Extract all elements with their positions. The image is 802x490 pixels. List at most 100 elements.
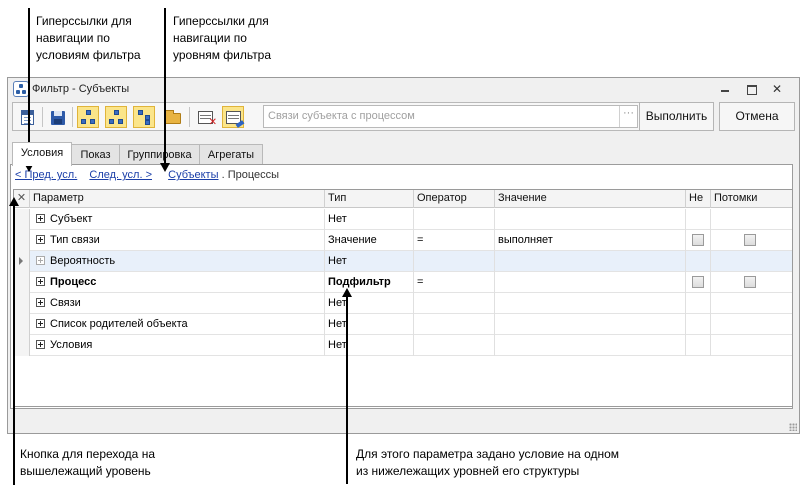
type-cell[interactable]: Нет	[325, 293, 414, 314]
tree-structure-icon	[109, 110, 124, 125]
value-cell[interactable]	[495, 293, 686, 314]
parameter-cell[interactable]: Вероятность	[30, 251, 325, 272]
operator-cell[interactable]: =	[414, 230, 495, 251]
value-cell[interactable]	[495, 251, 686, 272]
window-title: Фильтр - Субъекты	[32, 83, 130, 95]
value-cell[interactable]: выполняет	[495, 230, 686, 251]
expand-icon[interactable]	[36, 319, 45, 328]
parameter-cell[interactable]: Тип связи	[30, 230, 325, 251]
parameter-cell[interactable]: Связи	[30, 293, 325, 314]
not-cell	[686, 230, 711, 251]
descendants-checkbox[interactable]	[744, 276, 756, 288]
row-header	[14, 272, 30, 293]
table-row[interactable]: Связи Нет	[14, 293, 792, 314]
cancel-button[interactable]: Отмена	[719, 102, 795, 131]
edit-list-icon	[226, 111, 241, 124]
operator-cell[interactable]: =	[414, 272, 495, 293]
expand-icon[interactable]	[36, 214, 45, 223]
row-header	[14, 230, 30, 251]
parameter-cell[interactable]: Субъект	[30, 209, 325, 230]
callout-up-button: Кнопка для перехода на вышележащий урове…	[20, 447, 155, 478]
value-cell[interactable]	[495, 209, 686, 230]
value-cell[interactable]	[495, 314, 686, 335]
column-header-not[interactable]: Не	[686, 190, 711, 208]
tree-branch-button[interactable]	[133, 106, 155, 128]
type-cell[interactable]: Нет	[325, 314, 414, 335]
expand-icon[interactable]	[36, 277, 45, 286]
toolbar-separator	[72, 107, 73, 127]
not-checkbox[interactable]	[692, 234, 704, 246]
grid-view-button[interactable]	[16, 106, 38, 128]
value-cell[interactable]	[495, 335, 686, 356]
row-header	[14, 209, 30, 230]
expand-icon[interactable]	[36, 256, 45, 265]
type-cell[interactable]: Значение	[325, 230, 414, 251]
callout-arrow-levels	[160, 163, 170, 172]
descendants-checkbox[interactable]	[744, 234, 756, 246]
column-header-value[interactable]: Значение	[495, 190, 686, 208]
operator-cell[interactable]	[414, 293, 495, 314]
tab-aggregates[interactable]: Агрегаты	[199, 144, 263, 165]
tree-add-button[interactable]	[77, 106, 99, 128]
expand-icon[interactable]	[36, 298, 45, 307]
table-row[interactable]: Список родителей объекта Нет	[14, 314, 792, 335]
filter-select[interactable]: Связи субъекта с процессом ···	[263, 105, 638, 128]
breadcrumb-root-link[interactable]: Субъекты	[168, 169, 218, 181]
run-button[interactable]: Выполнить	[639, 102, 714, 131]
callout-arrow-subfilter	[342, 288, 352, 297]
operator-cell[interactable]	[414, 314, 495, 335]
parameter-cell[interactable]: Список родителей объекта	[30, 314, 325, 335]
maximize-button[interactable]	[743, 82, 759, 96]
type-cell[interactable]: Нет	[325, 209, 414, 230]
callout-arrow-up-button	[9, 197, 19, 206]
expand-icon[interactable]	[36, 340, 45, 349]
callout-line-levels	[164, 8, 166, 166]
save-button[interactable]	[46, 106, 68, 128]
tab-grouping[interactable]: Группировка	[119, 144, 200, 165]
grid-header: ✕ Параметр Тип Оператор Значение Не Пото…	[14, 190, 792, 208]
type-cell[interactable]: Подфильтр	[325, 272, 414, 293]
callout-hyperlinks-levels: Гиперссылки для навигации по уровням фил…	[173, 14, 272, 62]
operator-cell[interactable]	[414, 251, 495, 272]
not-checkbox[interactable]	[692, 276, 704, 288]
resize-grip[interactable]	[789, 423, 797, 431]
value-cell[interactable]	[495, 272, 686, 293]
tree-child-button[interactable]	[105, 106, 127, 128]
operator-cell[interactable]	[414, 209, 495, 230]
toolbar-separator	[189, 107, 190, 127]
edit-condition-button[interactable]	[222, 106, 244, 128]
current-row-indicator	[14, 251, 30, 272]
table-row[interactable]: Тип связи Значение = выполняет	[14, 230, 792, 251]
row-header	[14, 314, 30, 335]
tab-display[interactable]: Показ	[71, 144, 120, 165]
callout-line-up-button	[13, 205, 15, 485]
table-row-current[interactable]: Вероятность Нет	[14, 251, 792, 272]
row-header	[14, 293, 30, 314]
column-header-descendants[interactable]: Потомки	[711, 190, 792, 208]
close-button[interactable]: ✕	[769, 82, 785, 96]
delete-condition-button[interactable]	[194, 106, 217, 128]
tab-conditions[interactable]: Условия	[12, 142, 72, 166]
next-condition-link[interactable]: След. усл. >	[89, 169, 152, 181]
column-header-type[interactable]: Тип	[325, 190, 414, 208]
parameter-cell[interactable]: Условия	[30, 335, 325, 356]
parameter-cell[interactable]: Процесс	[30, 272, 325, 293]
operator-cell[interactable]	[414, 335, 495, 356]
toolbar-separator	[42, 107, 43, 127]
column-header-parameter[interactable]: Параметр	[30, 190, 325, 208]
table-row[interactable]: Процесс Подфильтр =	[14, 272, 792, 293]
table-row[interactable]: Условия Нет	[14, 335, 792, 356]
row-header	[14, 335, 30, 356]
table-row[interactable]: Субъект Нет	[14, 209, 792, 230]
minimize-button[interactable]	[717, 82, 733, 96]
expand-icon[interactable]	[36, 235, 45, 244]
tree-structure-icon	[81, 110, 96, 125]
column-header-operator[interactable]: Оператор	[414, 190, 495, 208]
descendants-cell	[711, 209, 792, 230]
filter-select-placeholder: Связи субъекта с процессом	[268, 110, 415, 122]
not-cell	[686, 335, 711, 356]
type-cell[interactable]: Нет	[325, 335, 414, 356]
ellipsis-icon[interactable]: ···	[619, 106, 637, 127]
delete-list-icon	[198, 111, 217, 128]
type-cell[interactable]: Нет	[325, 251, 414, 272]
